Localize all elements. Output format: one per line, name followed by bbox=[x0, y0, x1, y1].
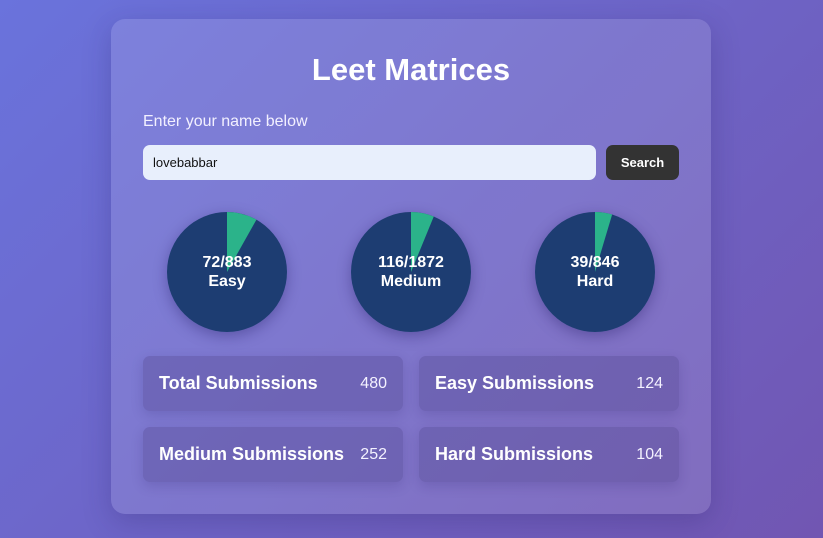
search-button[interactable]: Search bbox=[606, 145, 679, 180]
hard-submissions-value: 104 bbox=[636, 445, 663, 463]
easy-solved-count: 72/883 bbox=[202, 254, 252, 271]
medium-progress-label: 116/1872 Medium bbox=[351, 212, 471, 332]
hard-submissions-label: Hard Submissions bbox=[435, 444, 594, 464]
easy-progress-circle: 72/883 Easy bbox=[167, 212, 287, 332]
easy-difficulty-label: Easy bbox=[208, 273, 246, 290]
name-prompt-label: Enter your name below bbox=[143, 113, 308, 130]
total-submissions-value: 480 bbox=[360, 374, 387, 392]
medium-submissions-label: Medium Submissions bbox=[159, 444, 345, 464]
hard-solved-count: 39/846 bbox=[570, 254, 620, 271]
hard-submissions-card: Hard Submissions 104 bbox=[419, 427, 679, 482]
medium-submissions-value: 252 bbox=[360, 445, 387, 463]
easy-submissions-card: Easy Submissions 124 bbox=[419, 356, 679, 411]
easy-progress-label: 72/883 Easy bbox=[167, 212, 287, 332]
hard-progress-circle: 39/846 Hard bbox=[535, 212, 655, 332]
page-title: Leet Matrices bbox=[311, 52, 511, 87]
medium-solved-count: 116/1872 bbox=[378, 254, 444, 271]
easy-submissions-value: 124 bbox=[636, 374, 663, 392]
easy-submissions-label: Easy Submissions bbox=[435, 373, 595, 393]
total-submissions-card: Total Submissions 480 bbox=[143, 356, 403, 411]
medium-progress-circle: 116/1872 Medium bbox=[351, 212, 471, 332]
medium-submissions-card: Medium Submissions 252 bbox=[143, 427, 403, 482]
stats-card: Leet Matrices Enter your name below Sear… bbox=[111, 19, 711, 514]
total-submissions-label: Total Submissions bbox=[159, 373, 318, 393]
username-input[interactable] bbox=[143, 145, 596, 180]
hard-progress-label: 39/846 Hard bbox=[535, 212, 655, 332]
medium-difficulty-label: Medium bbox=[380, 273, 442, 290]
hard-difficulty-label: Hard bbox=[576, 273, 614, 290]
